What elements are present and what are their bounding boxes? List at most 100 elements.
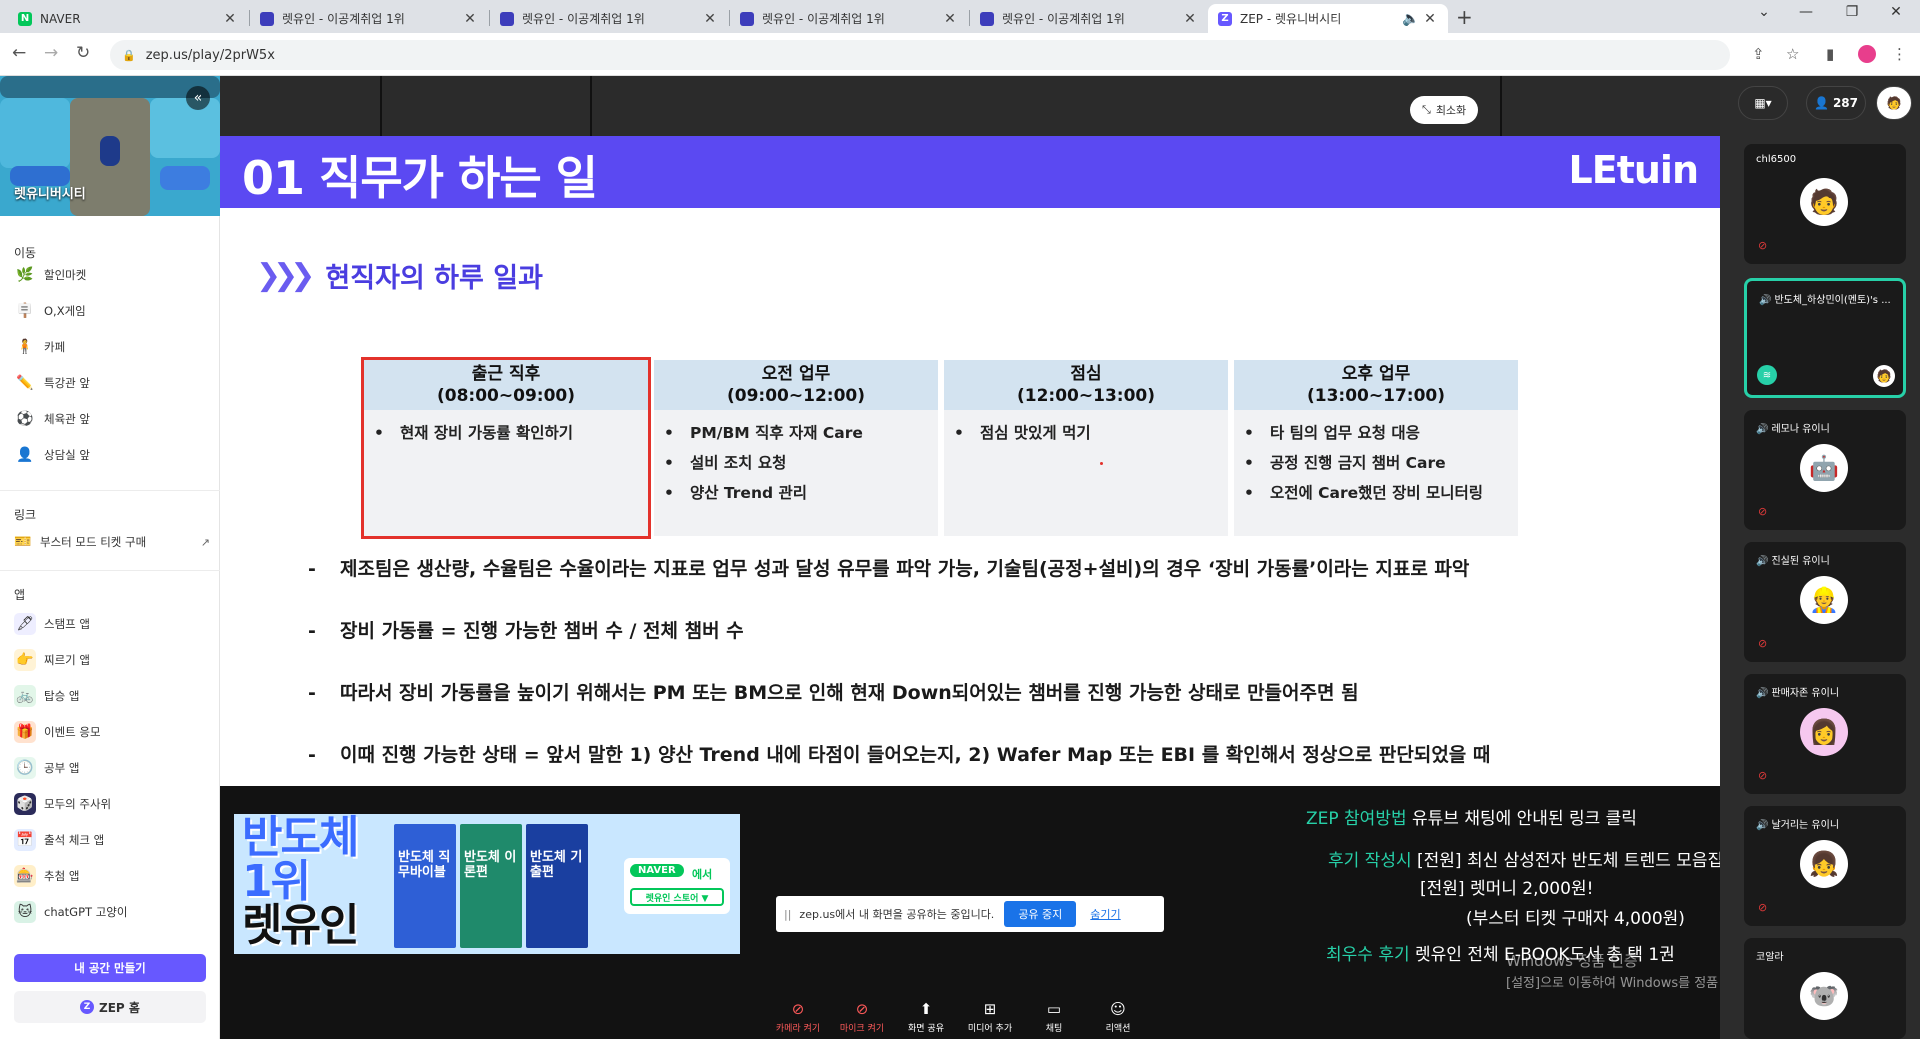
book-cover: 반도체 기출편 — [526, 824, 588, 948]
zep-favicon-icon: Z — [1218, 11, 1232, 26]
mic-toggle-button[interactable]: ⊘ 마이크 켜기 — [832, 1000, 892, 1034]
sidebar-item-event-entry[interactable]: 🎁 이벤트 응모 — [14, 719, 210, 745]
more-menu-icon[interactable]: ⋮ — [1892, 45, 1907, 63]
sidebar-item-raffle[interactable]: 🎰 추첨 앱 — [14, 863, 210, 889]
tab-naver[interactable]: N NAVER ✕ — [8, 4, 248, 33]
layout-toggle-button[interactable]: ▦▾ — [1738, 86, 1788, 120]
avatar: 👧 — [1800, 840, 1848, 888]
promo-banner[interactable]: 반도체 1위 렛유인 반도체 직무바이블 반도체 이론편 반도체 기출편 NAV… — [234, 814, 740, 954]
new-tab-icon[interactable]: + — [1456, 5, 1473, 29]
close-window-icon[interactable]: ✕ — [1876, 4, 1916, 20]
screen-share-notice: || zep.us에서 내 화면을 공유하는 중입니다. 공유 중지 숨기기 — [776, 896, 1164, 932]
tab-list-icon[interactable]: ⌄ — [1744, 4, 1784, 20]
sidebar-item-lecture-hall[interactable]: ✏️ 특강관 앞 — [14, 370, 210, 396]
sidebar-item-stamp-app[interactable]: 🖋 스탬프 앱 — [14, 611, 210, 637]
stop-sharing-button[interactable]: 공유 중지 — [1004, 901, 1077, 927]
ticket-icon: 🎫 — [14, 534, 32, 550]
sidebar-item-gym[interactable]: ⚽ 체육관 앞 — [14, 406, 210, 432]
screen-share-button[interactable]: ⬆ 화면 공유 — [896, 1000, 956, 1034]
bullet-item: - 따라서 장비 가동률을 높이기 위해서는 PM 또는 BM으로 인해 현재 D… — [308, 682, 1359, 704]
bookmark-star-icon[interactable]: ☆ — [1786, 45, 1799, 63]
naver-store-badge[interactable]: NAVER 에서 렛유인 스토어 ▼ — [624, 858, 730, 914]
sidebar-item-dice[interactable]: 🎲 모두의 주사위 — [14, 791, 210, 817]
section-title-links: 링크 — [14, 508, 37, 522]
mic-muted-icon: ⊘ — [1758, 505, 1768, 518]
letuin-logo: LEtuin — [1568, 148, 1699, 192]
schedule-column: 오전 업무 (09:00~12:00) • PM/BM 직후 자재 Care • 설비… — [654, 360, 938, 536]
mic-on-icon: 🔊 — [1756, 820, 1769, 831]
collapse-sidebar-icon[interactable]: « — [186, 86, 210, 110]
participant-tile[interactable]: 🔊 진실된 유이니 👷 ⊘ — [1744, 542, 1906, 662]
close-icon[interactable]: ✕ — [702, 11, 718, 27]
avatar-icon: 🧑 — [1886, 96, 1902, 110]
external-link-icon: ↗ — [200, 535, 210, 549]
hide-notice-link[interactable]: 숨기기 — [1090, 906, 1120, 922]
sidebar-item-chatgpt-cat[interactable]: 🐱 chatGPT 고양이 — [14, 899, 210, 925]
participant-tile[interactable]: 🔊 반도체_하상민이(멘토)'s ... ≋ 🧑 — [1744, 278, 1906, 398]
participant-tile[interactable]: 🔊 판매자존 유이니 👩 ⊘ — [1744, 674, 1906, 794]
tab-letuin-4[interactable]: 렛유인 - 이공계취업 1위 ✕ — [970, 4, 1208, 33]
naver-favicon-icon: N — [18, 11, 32, 26]
sidebar-item-ride-app[interactable]: 🚲 탑승 앱 — [14, 683, 210, 709]
tab-letuin-1[interactable]: 렛유인 - 이공계취업 1위 ✕ — [250, 4, 488, 33]
profile-avatar-icon[interactable] — [1858, 45, 1876, 63]
speaker-icon[interactable]: 🔈 — [1400, 11, 1422, 27]
create-space-button[interactable]: 내 공간 만들기 — [14, 954, 206, 982]
avatar: 🧑 — [1800, 178, 1848, 226]
close-icon[interactable]: ✕ — [222, 11, 238, 27]
triple-chevron-icon: ❯❯❯ — [256, 258, 315, 293]
participant-tile[interactable]: 🔊 날거리는 유이니 👧 ⊘ — [1744, 806, 1906, 926]
screen-share-icon: ⬆ — [919, 1000, 933, 1018]
reload-icon[interactable]: ↻ — [76, 43, 90, 63]
close-icon[interactable]: ✕ — [1182, 11, 1198, 27]
mic-on-icon: 🔊 — [1756, 424, 1769, 435]
side-panel-icon[interactable]: ▮ — [1826, 45, 1834, 63]
letuin-favicon-icon — [740, 11, 754, 26]
ride-icon: 🚲 — [14, 685, 36, 707]
close-icon[interactable]: ✕ — [942, 11, 958, 27]
left-sidebar: 렛유니버시티 « 이동 🌿 할인마켓 🪧 O,X게임 🧍 카페 ✏️ 특강관 앞 ⚽ 체육… — [0, 76, 220, 1039]
url-field[interactable]: 🔒 zep.us/play/2prW5x — [110, 40, 1730, 70]
participants-button[interactable]: 👤 287 — [1806, 86, 1866, 120]
avatar: 🧑 — [1873, 365, 1895, 387]
participant-tile[interactable]: 🔊 레모나 유이니 🤖 ⊘ — [1744, 410, 1906, 530]
restore-window-icon[interactable]: ❐ — [1832, 4, 1872, 20]
tab-zep[interactable]: Z ZEP - 렛유니버시티 🔈 ✕ — [1208, 4, 1448, 33]
sidebar-item-attendance[interactable]: 📅 출석 체크 앱 — [14, 827, 210, 853]
media-add-button[interactable]: ⊞ 미디어 추가 — [960, 1000, 1020, 1034]
camera-toggle-button[interactable]: ⊘ 카메라 켜기 — [768, 1000, 828, 1034]
slide-subheading: ❯❯❯ 현직자의 하루 일과 — [256, 258, 543, 294]
tab-title: 렛유인 - 이공계취업 1위 — [522, 12, 645, 26]
close-icon[interactable]: ✕ — [1422, 11, 1438, 27]
sidebar-item-poke-app[interactable]: 👉 찌르기 앱 — [14, 647, 210, 673]
zep-home-button[interactable]: Z ZEP 홈 — [14, 991, 206, 1023]
chat-button[interactable]: ▭ 채팅 — [1024, 1000, 1084, 1034]
tab-title: 렛유인 - 이공계취업 1위 — [762, 12, 885, 26]
tab-letuin-2[interactable]: 렛유인 - 이공계취업 1위 ✕ — [490, 4, 728, 33]
slide-title: 01 직무가 하는 일 — [242, 151, 598, 205]
minimize-screen-button[interactable]: ⤡ 최소화 — [1410, 96, 1479, 124]
avatar: 🤖 — [1800, 444, 1848, 492]
share-icon[interactable]: ⇪ — [1752, 45, 1765, 63]
sidebar-item-ox-game[interactable]: 🪧 O,X게임 — [14, 298, 210, 324]
back-icon[interactable]: ← — [12, 43, 26, 63]
map-thumbnail[interactable]: 렛유니버시티 « — [0, 76, 220, 216]
sidebar-item-counseling[interactable]: 👤 상담실 앞 — [14, 442, 210, 468]
sidebar-item-cafe[interactable]: 🧍 카페 — [14, 334, 210, 360]
shared-slide: 01 직무가 하는 일 LEtuin ❯❯❯ 현직자의 하루 일과 출근 직후(… — [220, 136, 1720, 786]
forward-icon[interactable]: → — [44, 43, 58, 63]
minimize-window-icon[interactable]: — — [1786, 4, 1826, 20]
sidebar-item-booster-ticket[interactable]: 🎫 부스터 모드 티켓 구매 ↗ — [14, 529, 210, 555]
participant-tile[interactable]: 코알라 🐨 — [1744, 938, 1906, 1039]
sidebar-item-study-app[interactable]: 🕒 공부 앱 — [14, 755, 210, 781]
tab-letuin-3[interactable]: 렛유인 - 이공계취업 1위 ✕ — [730, 4, 968, 33]
mic-muted-icon: ⊘ — [1758, 637, 1768, 650]
participant-tile[interactable]: chl6500 🧑 ⊘ — [1744, 144, 1906, 264]
my-avatar[interactable]: 🧑 — [1876, 86, 1912, 120]
sidebar-item-discount-market[interactable]: 🌿 할인마켓 — [14, 262, 210, 288]
mic-on-icon: 🔊 — [1759, 295, 1772, 306]
close-icon[interactable]: ✕ — [462, 11, 478, 27]
bullet-item: - 이때 진행 가능한 상태 = 앞서 말한 1) 양산 Trend 내에 타점이… — [308, 744, 1491, 766]
letuin-favicon-icon — [980, 11, 994, 26]
reaction-button[interactable]: ☺ 리액션 — [1088, 1000, 1148, 1034]
